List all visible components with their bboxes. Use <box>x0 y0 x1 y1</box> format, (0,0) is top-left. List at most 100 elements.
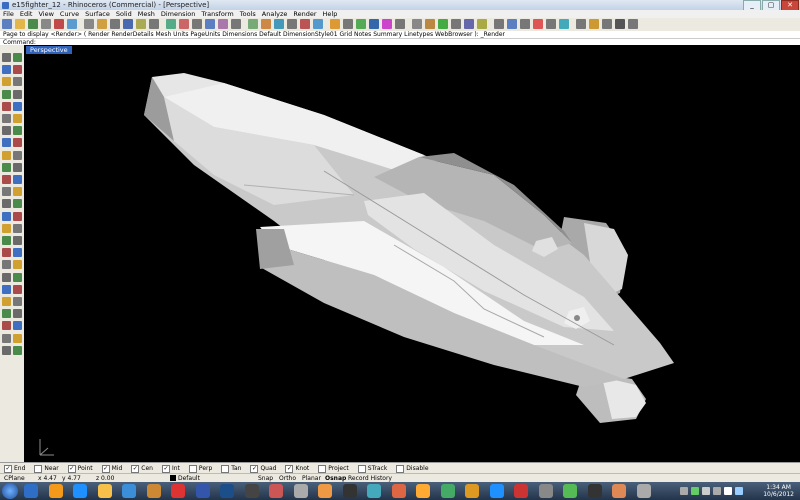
toolbar-tool-icon[interactable] <box>287 19 297 29</box>
toolbar-tool-icon[interactable] <box>425 19 435 29</box>
system-clock[interactable]: 1:34 AM 10/6/2012 <box>763 484 794 498</box>
side-tool-icon[interactable] <box>13 53 22 62</box>
osnap-disable[interactable]: Disable <box>396 464 429 473</box>
taskbar-app-icon[interactable] <box>440 484 455 498</box>
side-tool-icon[interactable] <box>13 162 22 172</box>
side-tool-icon[interactable] <box>13 77 22 87</box>
side-tool-icon[interactable] <box>13 272 22 282</box>
side-tool-icon[interactable] <box>2 248 11 258</box>
side-tool-icon[interactable] <box>2 89 11 99</box>
side-tool-icon[interactable] <box>2 211 11 221</box>
osnap-knot[interactable]: ✓ Knot <box>285 464 309 473</box>
taskbar-app-icon[interactable] <box>73 484 87 498</box>
side-tool-icon[interactable] <box>13 236 22 245</box>
taskbar-app-icon[interactable] <box>48 484 63 498</box>
toolbar-tool-icon[interactable] <box>313 19 323 29</box>
menu-transform[interactable]: Transform <box>198 10 236 18</box>
side-tool-icon[interactable] <box>2 162 11 172</box>
osnap-checkbox[interactable]: ✓ <box>285 464 294 473</box>
menu-file[interactable]: File <box>0 10 17 18</box>
toolbar-tool-icon[interactable] <box>395 19 405 29</box>
taskbar-app-icon[interactable] <box>514 484 528 498</box>
side-tool-icon[interactable] <box>2 114 11 123</box>
osnap-quad[interactable]: ✓ Quad <box>250 464 276 473</box>
toolbar-tool-icon[interactable] <box>248 19 258 29</box>
toolbar-tool-icon[interactable] <box>589 19 599 29</box>
tray-icon[interactable] <box>724 487 732 495</box>
toolbar-tool-icon[interactable] <box>412 19 422 29</box>
taskbar-app-icon[interactable] <box>636 484 651 498</box>
toolbar-tool-icon[interactable] <box>2 19 12 29</box>
osnap-checkbox[interactable]: ✓ <box>131 464 140 473</box>
side-tool-icon[interactable] <box>2 187 11 197</box>
taskbar-app-icon[interactable] <box>489 484 504 498</box>
osnap-tan[interactable]: Tan <box>221 464 241 473</box>
side-tool-icon[interactable] <box>2 284 11 294</box>
osnap-checkbox[interactable]: ✓ <box>101 464 110 473</box>
side-tool-icon[interactable] <box>2 77 11 87</box>
taskbar-app-icon[interactable] <box>244 484 259 498</box>
toolbar-tool-icon[interactable] <box>451 19 461 29</box>
menu-surface[interactable]: Surface <box>82 10 113 18</box>
side-tool-icon[interactable] <box>13 345 22 355</box>
taskbar-app-icon[interactable] <box>293 484 308 498</box>
osnap-point[interactable]: ✓ Point <box>67 464 93 473</box>
taskbar-app-icon[interactable] <box>24 484 38 498</box>
side-tool-icon[interactable] <box>2 321 11 331</box>
toolbar-tool-icon[interactable] <box>166 19 176 29</box>
taskbar-app-icon[interactable] <box>97 484 112 498</box>
osnap-checkbox[interactable] <box>318 464 327 473</box>
side-tool-icon[interactable] <box>2 297 11 306</box>
side-tool-icon[interactable] <box>2 260 11 270</box>
toolbar-tool-icon[interactable] <box>356 19 366 29</box>
side-tool-icon[interactable] <box>2 345 11 355</box>
toolbar-tool-icon[interactable] <box>97 19 107 29</box>
side-tool-icon[interactable] <box>13 114 22 123</box>
osnap-checkbox[interactable]: ✓ <box>4 464 12 473</box>
side-tool-icon[interactable] <box>2 199 11 209</box>
side-tool-icon[interactable] <box>13 138 22 148</box>
side-tool-icon[interactable] <box>13 175 22 184</box>
osnap-checkbox[interactable] <box>34 464 43 473</box>
side-tool-icon[interactable] <box>2 150 11 160</box>
toolbar-tool-icon[interactable] <box>559 19 569 29</box>
osnap-end[interactable]: ✓ End <box>4 464 25 473</box>
side-tool-icon[interactable] <box>13 187 22 197</box>
osnap-checkbox[interactable] <box>396 464 405 473</box>
toolbar-tool-icon[interactable] <box>369 19 379 29</box>
osnap-int[interactable]: ✓ Int <box>161 464 180 473</box>
taskbar-app-icon[interactable] <box>465 484 479 498</box>
menu-tools[interactable]: Tools <box>237 10 259 18</box>
side-tool-icon[interactable] <box>13 284 22 294</box>
side-tool-icon[interactable] <box>13 223 22 233</box>
osnap-checkbox[interactable]: ✓ <box>161 464 170 473</box>
toolbar-tool-icon[interactable] <box>300 19 310 29</box>
side-tool-icon[interactable] <box>13 297 22 306</box>
taskbar-app-icon[interactable] <box>587 484 602 498</box>
osnap-cen[interactable]: ✓ Cen <box>131 464 153 473</box>
toolbar-tool-icon[interactable] <box>343 19 353 29</box>
toolbar-tool-icon[interactable] <box>205 19 215 29</box>
osnap-checkbox[interactable]: ✓ <box>250 464 259 473</box>
side-tool-icon[interactable] <box>13 89 22 99</box>
toolbar-tool-icon[interactable] <box>382 19 392 29</box>
toolbar-tool-icon[interactable] <box>218 19 228 29</box>
start-button[interactable] <box>2 483 18 499</box>
toolbar-tool-icon[interactable] <box>136 19 146 29</box>
toolbar-tool-icon[interactable] <box>464 19 474 29</box>
tray-icon[interactable] <box>691 487 699 495</box>
toolbar-tool-icon[interactable] <box>576 19 586 29</box>
taskbar-app-icon[interactable] <box>367 484 381 498</box>
osnap-checkbox[interactable] <box>357 464 366 473</box>
side-tool-icon[interactable] <box>2 101 11 111</box>
tray-icon[interactable] <box>680 487 688 495</box>
toolbar-tool-icon[interactable] <box>507 19 517 29</box>
perspective-viewport[interactable]: Perspective <box>24 45 800 462</box>
toolbar-tool-icon[interactable] <box>192 19 202 29</box>
side-tool-icon[interactable] <box>13 150 22 160</box>
side-tool-icon[interactable] <box>13 309 22 319</box>
side-tool-icon[interactable] <box>13 333 22 343</box>
side-tool-icon[interactable] <box>2 53 11 62</box>
toolbar-tool-icon[interactable] <box>123 19 133 29</box>
toolbar-tool-icon[interactable] <box>54 19 64 29</box>
